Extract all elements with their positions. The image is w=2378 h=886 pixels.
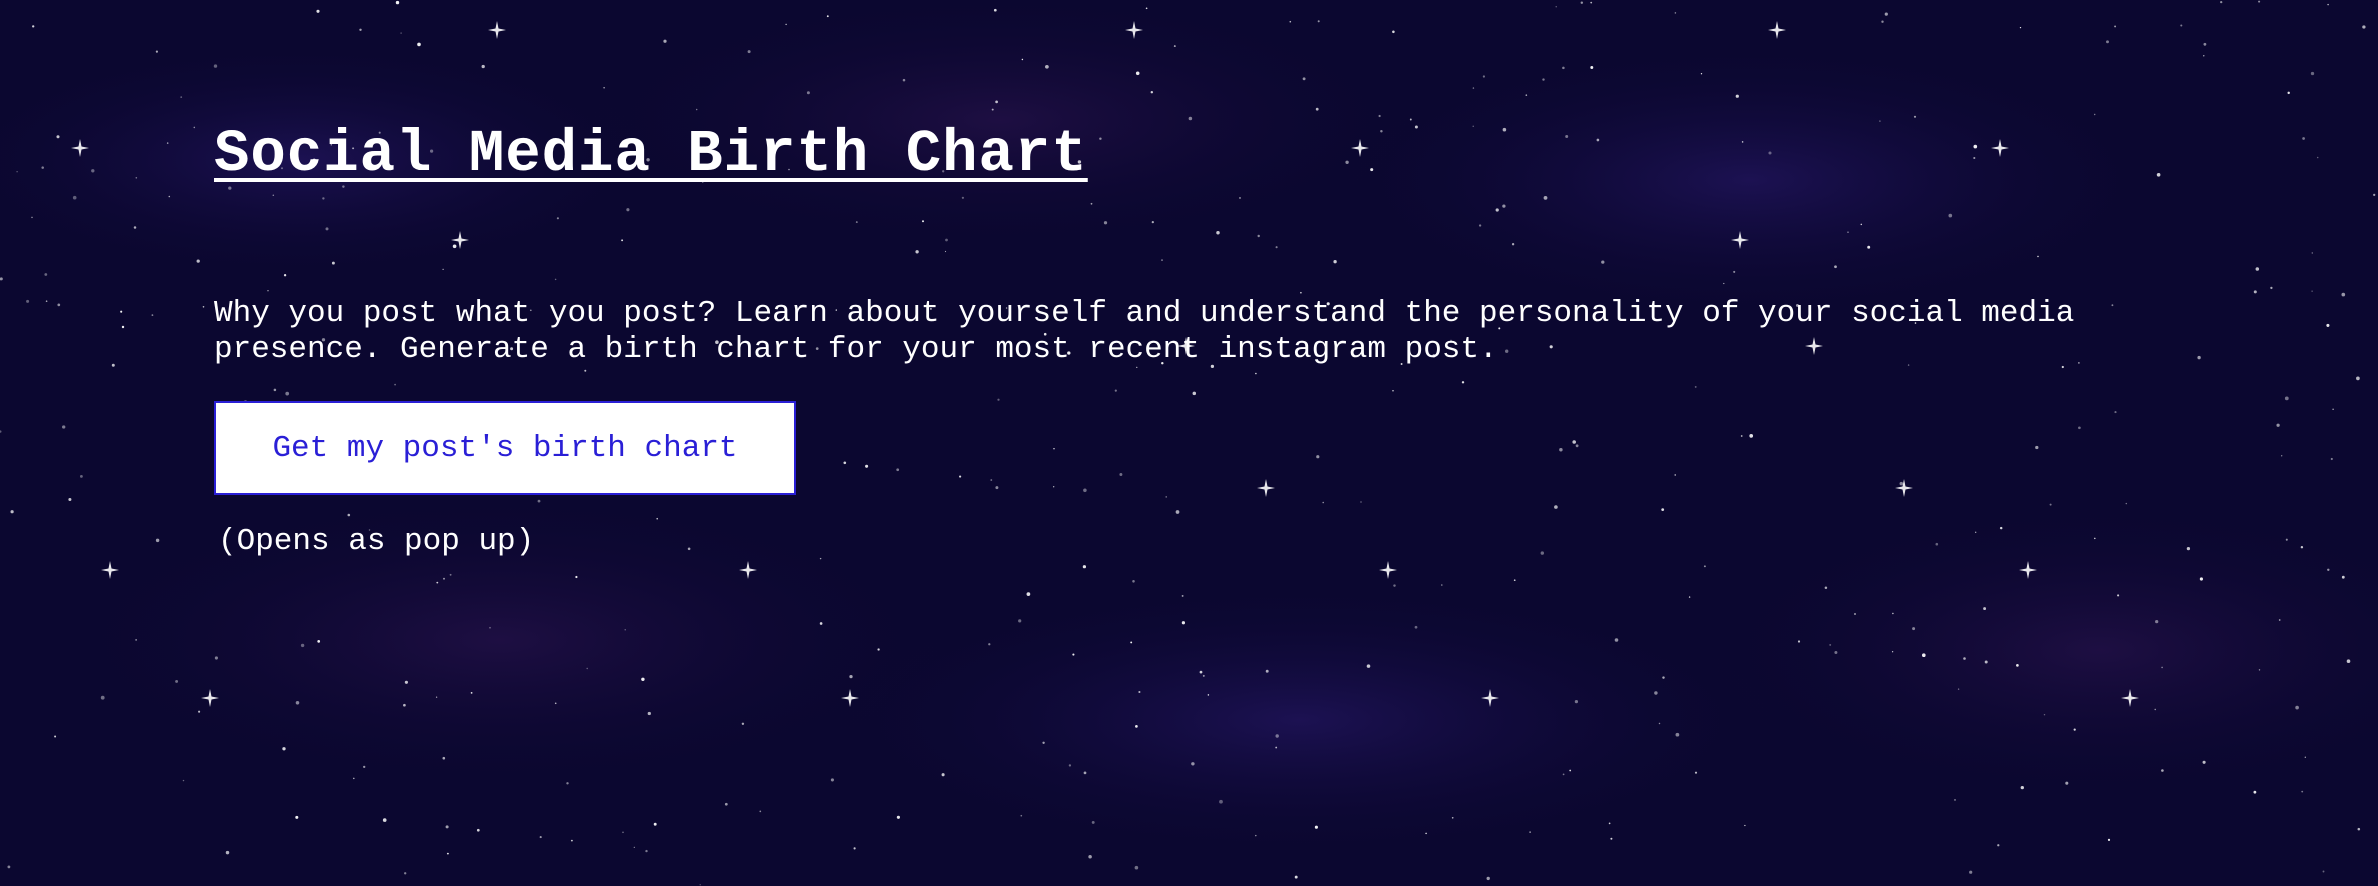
get-birth-chart-button[interactable]: Get my post's birth chart xyxy=(214,401,796,495)
intro-text: Why you post what you post? Learn about … xyxy=(214,296,2075,367)
page-title: Social Media Birth Chart xyxy=(214,121,1088,188)
popup-note: (Opens as pop up) xyxy=(218,524,535,559)
main-content: Social Media Birth Chart Why you post wh… xyxy=(214,120,2214,559)
